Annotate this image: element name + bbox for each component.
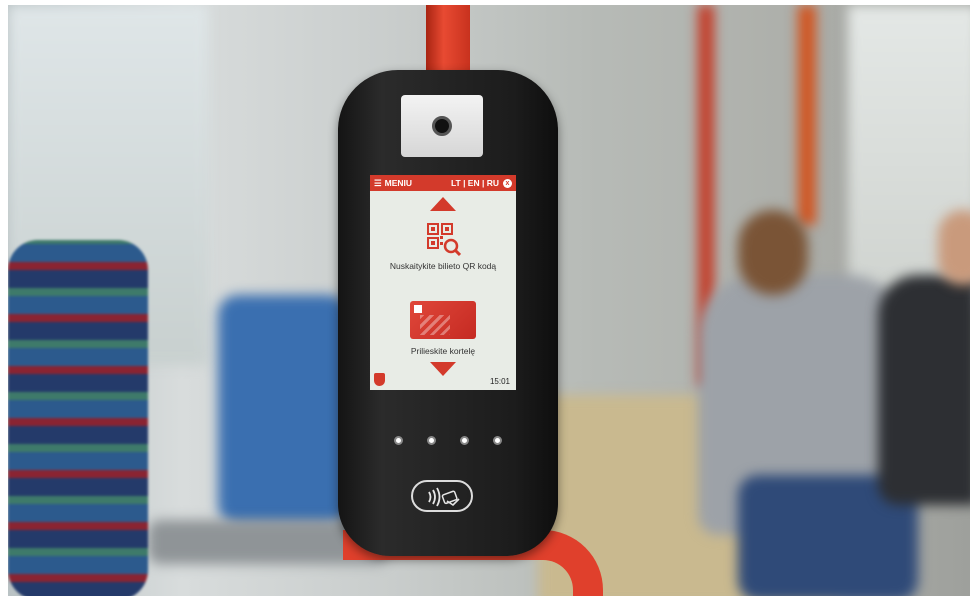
hamburger-icon: ☰: [374, 177, 382, 188]
menu-label: MENIU: [384, 178, 413, 188]
tap-card-instruction: Prilieskite kortelę: [410, 346, 476, 356]
foreground-seat: [8, 240, 148, 596]
red-pole-top: [426, 5, 470, 80]
menu-button[interactable]: ☰ MENIU: [374, 178, 412, 189]
camera-lens-icon: [432, 116, 452, 136]
status-led: [493, 436, 502, 445]
ticket-validator: ☰ MENIU LT | EN | RU x Nuskaitykite bili…: [338, 70, 558, 556]
screen-top-bar: ☰ MENIU LT | EN | RU x: [370, 175, 516, 191]
passenger-man-head: [938, 210, 970, 285]
passenger-woman-head: [738, 210, 808, 295]
blue-seat: [218, 295, 348, 525]
contactless-icon: [428, 487, 460, 507]
qr-scanner-window: [401, 95, 483, 157]
clock-time: 15:01: [489, 377, 510, 386]
arrow-up-icon: [430, 197, 456, 211]
status-led: [427, 436, 436, 445]
card-logo: [414, 305, 422, 313]
language-options[interactable]: LT | EN | RU: [451, 178, 499, 188]
validator-screen[interactable]: ☰ MENIU LT | EN | RU x Nuskaitykite bili…: [370, 175, 516, 390]
status-led: [394, 436, 403, 445]
status-leds: [394, 436, 502, 445]
passenger-man: [878, 275, 970, 505]
language-switcher[interactable]: LT | EN | RU x: [451, 178, 512, 188]
city-crest-icon: [374, 373, 385, 386]
card-stripes: [420, 315, 450, 335]
qr-code-search-icon: [427, 223, 461, 257]
arrow-down-icon: [430, 362, 456, 376]
contactless-reader[interactable]: [411, 480, 473, 512]
scan-qr-instruction: Nuskaitykite bilieto QR kodą: [389, 261, 497, 271]
status-led: [460, 436, 469, 445]
transport-card-icon: [410, 301, 476, 339]
orange-pole: [798, 5, 816, 225]
close-icon[interactable]: x: [503, 178, 512, 188]
